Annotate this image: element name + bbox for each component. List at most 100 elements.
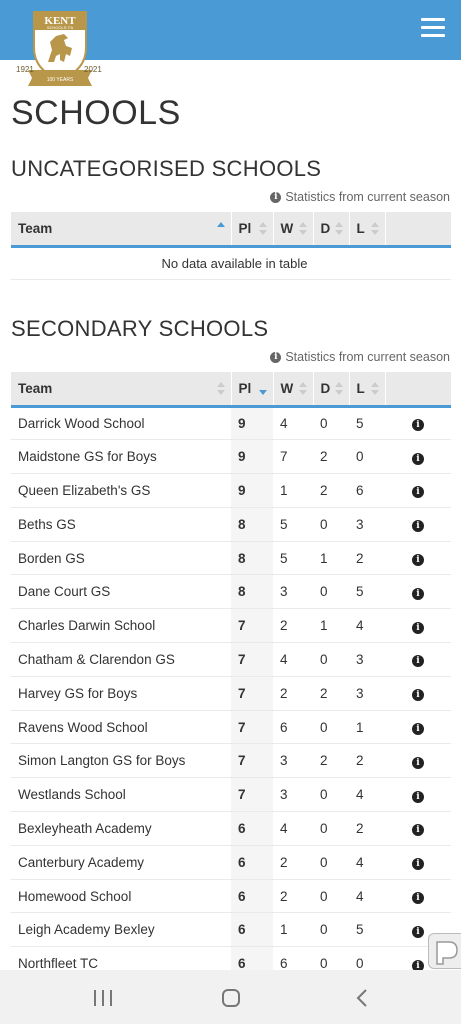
column-header-w[interactable]: W: [272, 372, 313, 408]
sort-icon: [334, 382, 343, 396]
won-cell: 2: [273, 608, 313, 644]
lost-cell: 1: [349, 710, 385, 745]
info-icon[interactable]: i: [412, 486, 424, 499]
info-icon: i: [270, 351, 282, 363]
played-cell: 9: [231, 439, 273, 475]
drawn-cell: 0: [313, 710, 349, 745]
empty-table-message: No data available in table: [11, 246, 451, 281]
drawn-cell: 0: [313, 811, 349, 846]
home-icon[interactable]: [222, 989, 240, 1007]
drawn-cell: 0: [313, 879, 349, 914]
team-name-cell: Harvey GS for Boys: [11, 676, 231, 711]
info-icon[interactable]: i: [412, 520, 424, 533]
table-row[interactable]: Bexleyheath Academy 6 4 0 2 i: [11, 811, 451, 846]
info-icon[interactable]: i: [412, 858, 424, 871]
sort-icon: [370, 382, 379, 396]
hamburger-menu-icon[interactable]: [421, 18, 445, 38]
info-icon[interactable]: i: [412, 925, 424, 938]
info-icon[interactable]: i: [412, 723, 424, 736]
stats-note-text: Statistics from current season: [285, 350, 450, 364]
secondary-stats-note: i Statistics from current season: [270, 350, 450, 364]
column-header-d[interactable]: D: [312, 372, 349, 408]
info-icon: i: [270, 191, 282, 203]
column-header-l[interactable]: L: [348, 212, 385, 248]
sort-icon: [370, 222, 379, 236]
table-row[interactable]: Maidstone GS for Boys 9 7 2 0 i: [11, 439, 451, 475]
drawn-cell: 0: [313, 777, 349, 813]
row-info-cell: i: [385, 676, 451, 711]
table-row[interactable]: Charles Darwin School 7 2 1 4 i: [11, 608, 451, 644]
team-name-cell: Homewood School: [11, 879, 231, 914]
table-row[interactable]: Queen Elizabeth's GS 9 1 2 6 i: [11, 473, 451, 508]
played-cell: 8: [231, 507, 273, 542]
column-header-team[interactable]: Team: [11, 212, 231, 248]
logo-year-start: 1921: [16, 65, 34, 74]
floating-widget-button[interactable]: [428, 933, 461, 969]
table-row[interactable]: Homewood School 6 2 0 4 i: [11, 879, 451, 914]
drawn-cell: 2: [313, 473, 349, 508]
table-row[interactable]: Borden GS 8 5 1 2 i: [11, 541, 451, 576]
column-header-pl[interactable]: Pl: [230, 372, 273, 408]
played-cell: 7: [231, 608, 273, 644]
lost-cell: 4: [349, 608, 385, 644]
logo-year-end: 2021: [84, 65, 102, 74]
drawn-cell: 2: [313, 743, 349, 779]
info-icon[interactable]: i: [412, 824, 424, 837]
table-row[interactable]: Dane Court GS 8 3 0 5 i: [11, 574, 451, 610]
column-header-pl[interactable]: Pl: [230, 212, 273, 248]
kent-schools-fa-logo[interactable]: KENT SCHOOLS' FA 100 YEARS 1921 2021: [14, 10, 106, 88]
lost-cell: 3: [349, 507, 385, 542]
info-icon[interactable]: i: [412, 756, 424, 769]
logo-sub-text: SCHOOLS' FA: [47, 25, 74, 30]
row-info-cell: i: [385, 574, 451, 610]
info-icon[interactable]: i: [412, 554, 424, 567]
table-row[interactable]: Canterbury Academy 6 2 0 4 i: [11, 845, 451, 880]
table-row[interactable]: Leigh Academy Bexley 6 1 0 5 i: [11, 912, 451, 948]
info-icon[interactable]: i: [412, 587, 424, 600]
widget-p-icon: [436, 941, 458, 965]
team-name-cell: Ravens Wood School: [11, 710, 231, 745]
column-header-team[interactable]: Team: [11, 372, 231, 408]
sort-icon: [258, 222, 267, 236]
secondary-table: Team Pl W D L Darrick Wood School 9 4 0 5 i Ma…: [11, 372, 451, 982]
played-cell: 8: [231, 574, 273, 610]
table-row[interactable]: Harvey GS for Boys 7 2 2 3 i: [11, 676, 451, 711]
team-name-cell: Queen Elizabeth's GS: [11, 473, 231, 508]
table-row[interactable]: Darrick Wood School 9 4 0 5 i: [11, 406, 451, 441]
info-icon[interactable]: i: [412, 689, 424, 702]
table-row[interactable]: Westlands School 7 3 0 4 i: [11, 777, 451, 813]
info-icon[interactable]: i: [412, 621, 424, 634]
table-row[interactable]: Chatham & Clarendon GS 7 4 0 3 i: [11, 642, 451, 677]
row-info-cell: i: [385, 406, 451, 441]
row-info-cell: i: [385, 541, 451, 576]
recents-icon[interactable]: [94, 990, 112, 1006]
played-cell: 7: [231, 710, 273, 745]
drawn-cell: 1: [313, 541, 349, 576]
info-icon[interactable]: i: [412, 419, 424, 432]
team-name-cell: Westlands School: [11, 777, 231, 813]
column-header-w[interactable]: W: [272, 212, 313, 248]
table-row[interactable]: Beths GS 8 5 0 3 i: [11, 507, 451, 542]
column-header-d[interactable]: D: [312, 212, 349, 248]
sort-ascending-icon: [216, 222, 225, 236]
row-info-cell: i: [385, 439, 451, 475]
team-name-cell: Canterbury Academy: [11, 845, 231, 880]
played-cell: 9: [231, 473, 273, 508]
sort-icon: [216, 382, 225, 396]
info-icon[interactable]: i: [412, 790, 424, 803]
won-cell: 3: [273, 743, 313, 779]
info-icon[interactable]: i: [412, 655, 424, 668]
lost-cell: 2: [349, 743, 385, 779]
lost-cell: 2: [349, 811, 385, 846]
table-row[interactable]: Simon Langton GS for Boys 7 3 2 2 i: [11, 743, 451, 779]
drawn-cell: 0: [313, 845, 349, 880]
info-icon[interactable]: i: [412, 892, 424, 905]
team-name-cell: Darrick Wood School: [11, 406, 231, 441]
row-info-cell: i: [385, 811, 451, 846]
table-row[interactable]: Ravens Wood School 7 6 0 1 i: [11, 710, 451, 745]
info-icon[interactable]: i: [412, 452, 424, 465]
won-cell: 7: [273, 439, 313, 475]
column-header-l[interactable]: L: [348, 372, 385, 408]
row-info-cell: i: [385, 879, 451, 914]
back-icon[interactable]: [356, 989, 368, 1007]
